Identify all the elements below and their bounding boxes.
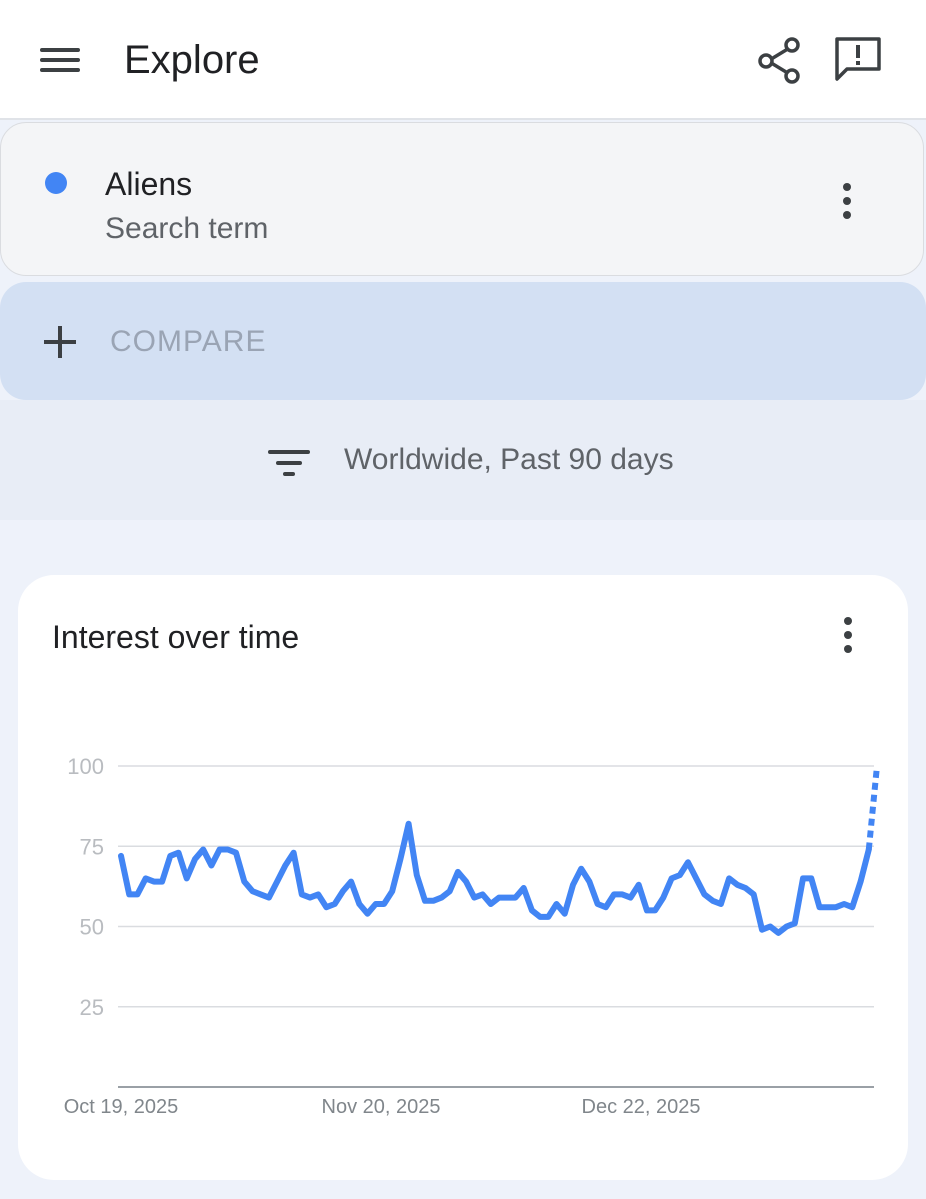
term-more-options-icon[interactable] <box>827 171 867 231</box>
search-term-type: Search term <box>105 212 269 245</box>
x-tick-label: Dec 22, 2025 <box>582 1096 701 1118</box>
top-app-bar: Explore <box>0 0 926 120</box>
interest-over-time-card: Interest over time 100 75 50 25 Oct 19, 2025… <box>18 575 908 1180</box>
compare-button[interactable]: COMPARE <box>0 282 926 400</box>
y-tick-label: 75 <box>80 834 104 859</box>
menu-icon[interactable] <box>30 36 90 84</box>
x-tick-label: Oct 19, 2025 <box>64 1096 179 1118</box>
plus-icon <box>44 326 76 358</box>
page-title: Explore <box>124 38 260 82</box>
feedback-icon[interactable] <box>830 32 886 88</box>
filter-button[interactable]: Worldwide, Past 90 days <box>0 400 926 520</box>
y-tick-label: 50 <box>80 915 104 940</box>
share-icon[interactable] <box>752 32 808 88</box>
search-term-name: Aliens <box>105 166 193 202</box>
compare-label: COMPARE <box>110 325 267 358</box>
line-chart: 100 75 50 25 Oct 19, 2025 Nov 20, 2025 Dec 22,… <box>64 754 880 1118</box>
x-tick-label: Nov 20, 2025 <box>322 1096 441 1118</box>
series-line <box>118 820 872 936</box>
y-tick-label: 25 <box>80 995 104 1020</box>
filter-icon <box>268 448 310 478</box>
series-color-dot <box>45 172 67 194</box>
search-term-card[interactable]: Aliens Search term <box>0 122 924 276</box>
filter-summary: Worldwide, Past 90 days <box>344 443 674 476</box>
y-tick-label: 100 <box>67 754 104 779</box>
series-partial-line <box>865 765 880 850</box>
